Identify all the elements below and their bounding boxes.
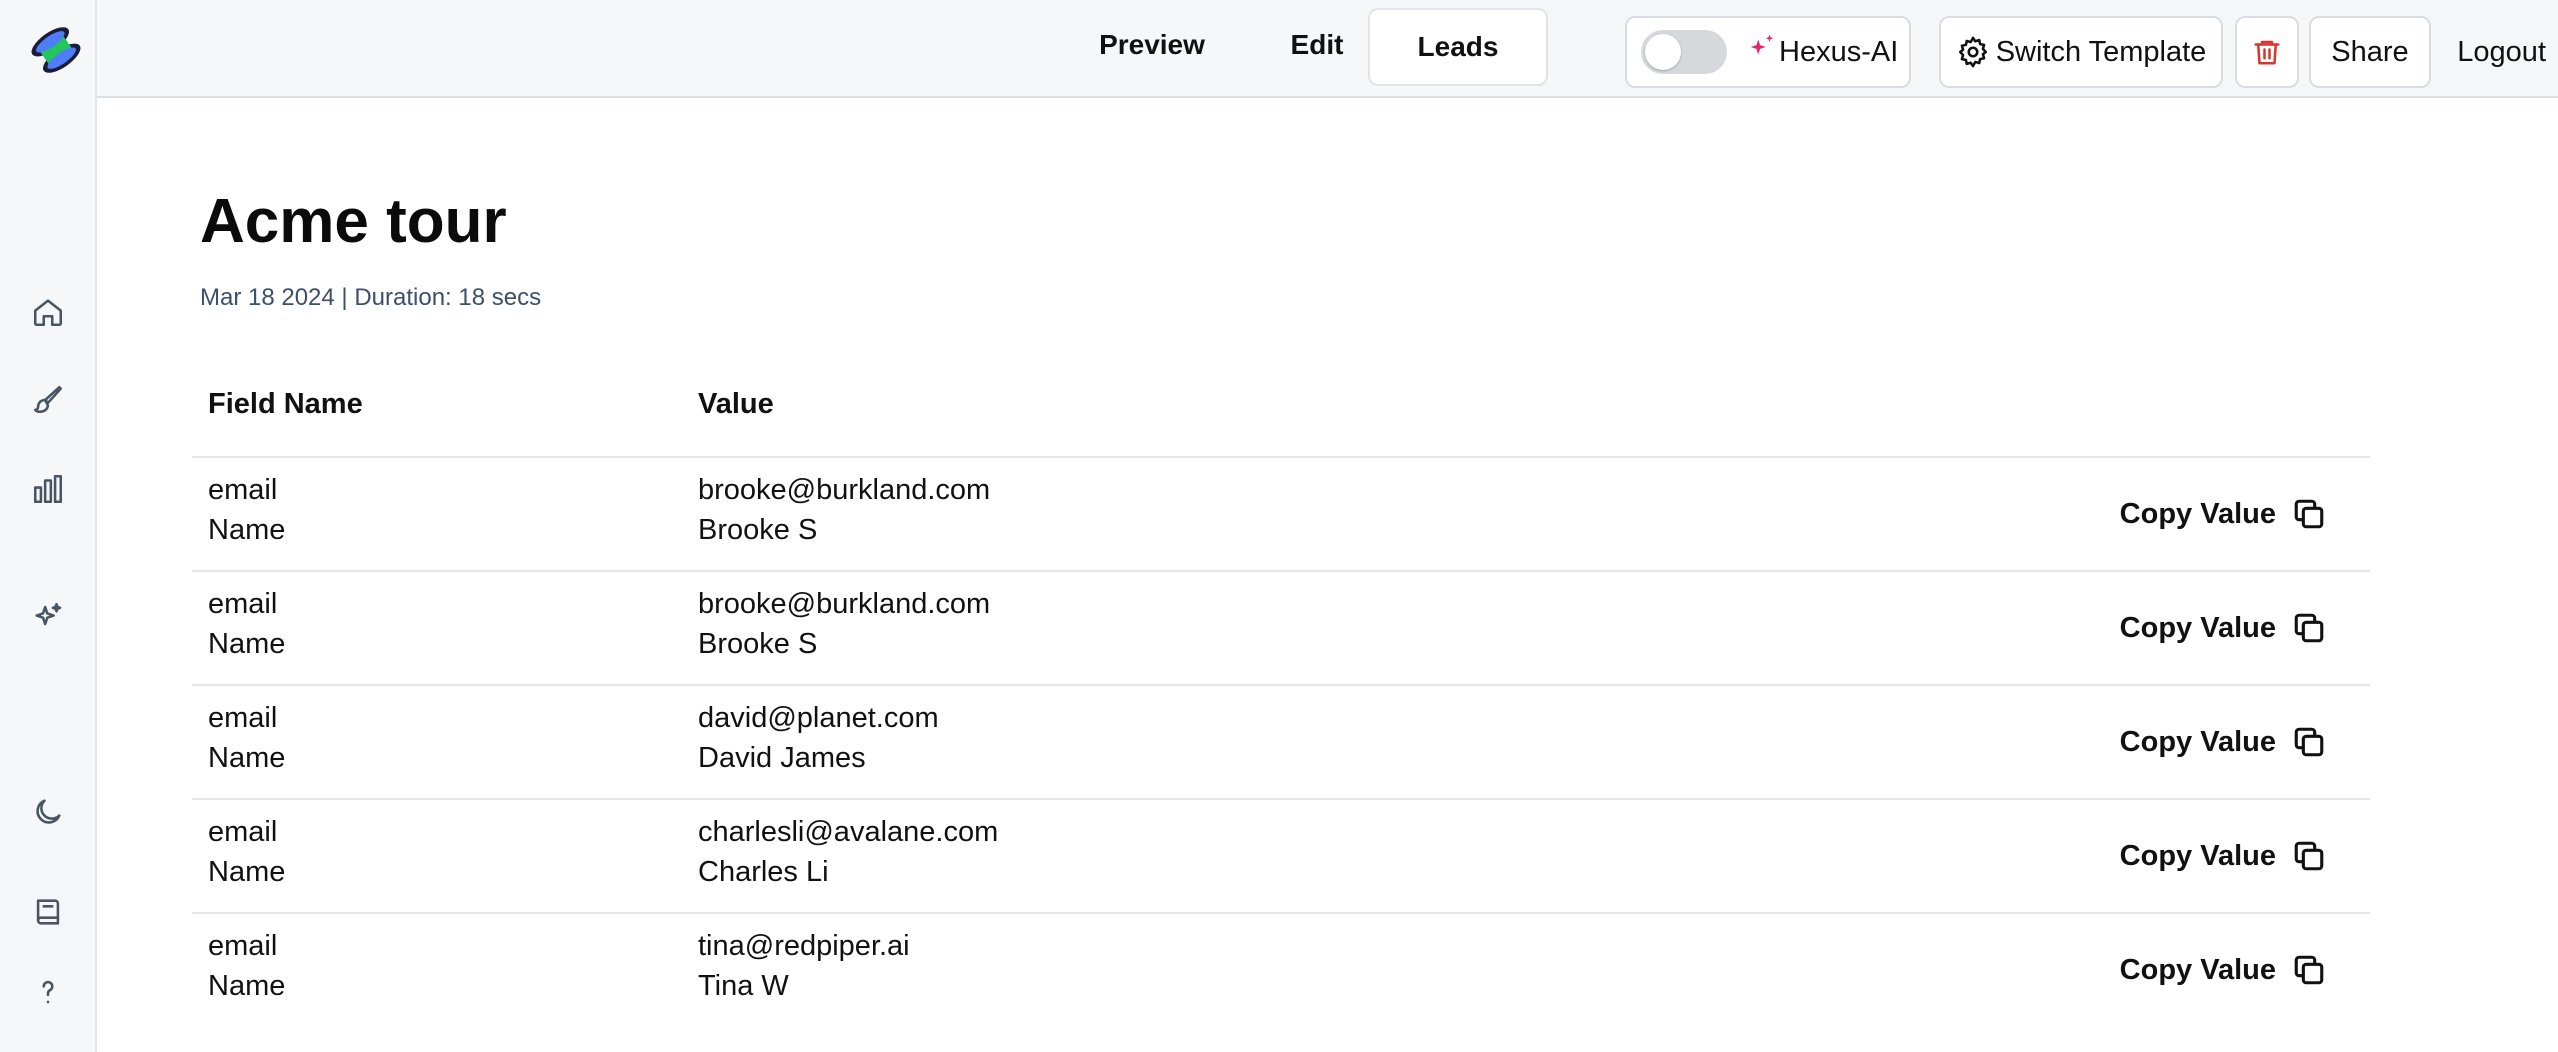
header-field-name: Field Name [208,388,363,420]
field-label: Name [208,742,286,774]
tab-preview[interactable]: Preview [1047,8,1257,82]
hexus-ai-toggle[interactable]: Hexus-AI [1625,16,1911,88]
field-label: email [208,474,278,506]
trash-icon [2254,40,2280,65]
top-bar: Preview Edit Leads Hexus-AI Switch Templ… [97,0,2558,98]
book-icon[interactable] [24,888,72,936]
copy-value-label: Copy Value [2119,497,2276,530]
copy-icon [2294,955,2324,985]
sparkles-icon[interactable] [24,593,72,641]
field-label: Name [208,514,286,546]
tab-leads[interactable]: Leads [1368,8,1548,86]
field-label: Name [208,856,286,888]
field-value: Brooke S [698,628,818,660]
copy-value-label: Copy Value [2119,725,2276,758]
copy-value-label: Copy Value [2119,953,2276,986]
table-row: email brooke@burkland.com Name Brooke S … [192,572,2370,686]
field-label: email [208,816,278,848]
leads-table: Field Name Value email brooke@burkland.c… [192,366,2370,1026]
table-header: Field Name Value [192,366,2370,458]
field-label: email [208,930,278,962]
logout-button[interactable]: Logout [2457,16,2546,88]
copy-icon [2294,841,2324,871]
copy-value-button[interactable]: Copy Value [2120,834,2326,878]
copy-value-button[interactable]: Copy Value [2120,948,2326,992]
switch-template-label: Switch Template [1995,35,2207,68]
field-value: Charles Li [698,856,829,888]
delete-button[interactable] [2235,16,2299,88]
field-value: Brooke S [698,514,818,546]
app: Preview Edit Leads Hexus-AI Switch Templ… [0,0,2558,1052]
page-title: Acme tour [200,187,507,256]
field-label: email [208,702,278,734]
field-value: brooke@burkland.com [698,474,991,506]
main-content: Acme tour Mar 18 2024 | Duration: 18 sec… [97,98,2558,1052]
copy-icon [2294,727,2324,757]
home-icon[interactable] [24,288,72,336]
moon-icon[interactable] [24,788,72,836]
field-value: charlesli@avalane.com [698,816,999,848]
field-value: Tina W [698,970,789,1002]
header-value: Value [698,388,774,420]
field-label: email [208,588,278,620]
table-row: email david@planet.com Name David James … [192,686,2370,800]
page-subtitle: Mar 18 2024 | Duration: 18 secs [200,284,542,311]
toggle-switch[interactable] [1641,30,1727,74]
hexus-logo-icon[interactable] [28,22,84,78]
share-button[interactable]: Share [2309,16,2431,88]
hexus-ai-label: Hexus-AI [1779,35,1899,68]
help-icon[interactable] [24,968,72,1016]
gear-icon [1958,36,1987,68]
sidebar [0,0,97,1052]
table-row: email brooke@burkland.com Name Brooke S … [192,458,2370,572]
copy-value-button[interactable]: Copy Value [2120,606,2326,650]
switch-template-button[interactable]: Switch Template [1939,16,2223,88]
field-value: david@planet.com [698,702,939,734]
bar-chart-icon[interactable] [24,465,72,513]
table-row: email tina@redpiper.ai Name Tina W Copy … [192,914,2370,1026]
field-label: Name [208,970,286,1002]
copy-value-label: Copy Value [2119,839,2276,872]
field-value: tina@redpiper.ai [698,930,910,962]
field-value: David James [698,742,866,774]
sparkles-icon [1750,34,1774,55]
table-row: email charlesli@avalane.com Name Charles… [192,800,2370,914]
copy-value-button[interactable]: Copy Value [2120,720,2326,764]
field-label: Name [208,628,286,660]
brush-icon[interactable] [24,376,72,424]
copy-value-label: Copy Value [2119,611,2276,644]
copy-icon [2294,613,2324,643]
field-value: brooke@burkland.com [698,588,991,620]
copy-value-button[interactable]: Copy Value [2120,492,2326,536]
copy-icon [2294,499,2324,529]
